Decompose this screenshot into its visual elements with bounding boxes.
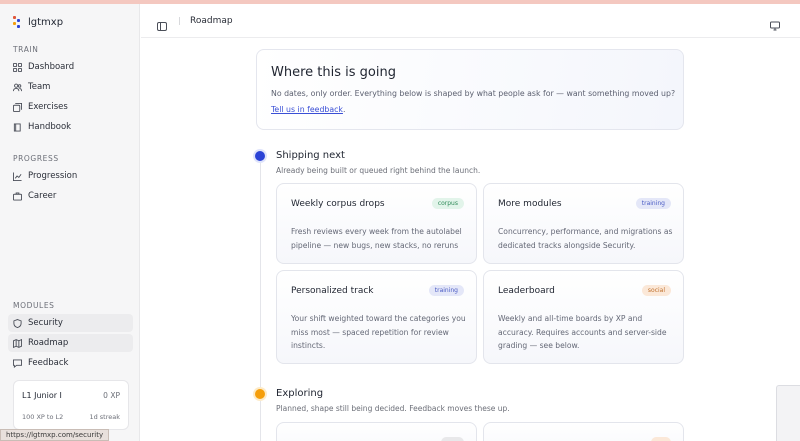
sidebar-item-dashboard[interactable]: Dashboard: [8, 58, 133, 76]
breadcrumb-separator: |: [178, 16, 181, 25]
sidebar-item-label: Feedback: [28, 358, 69, 368]
brand-logo-icon: [13, 16, 21, 28]
chart-icon: [13, 171, 22, 181]
roadmap-card[interactable]: Weekly corpus drops corpus Fresh reviews…: [276, 183, 477, 264]
phase-title: Shipping next: [276, 150, 345, 161]
sidebar-item-career[interactable]: Career: [8, 187, 133, 205]
phase-subtitle: Planned, shape still being decided. Feed…: [276, 404, 510, 413]
shield-icon: [13, 318, 22, 328]
hero-title: Where this is going: [271, 65, 396, 80]
layers-icon: [13, 102, 22, 112]
sidebar-item-security[interactable]: Security: [8, 314, 133, 332]
sidebar-item-label: Dashboard: [28, 62, 75, 72]
sidebar-item-exercises[interactable]: Exercises: [8, 98, 133, 116]
sidebar-item-label: Exercises: [28, 102, 68, 112]
level-title: L1 Junior I: [22, 391, 62, 400]
card-title: Personalized track: [291, 286, 374, 296]
brand[interactable]: lgtmxp: [13, 16, 63, 28]
phase-subtitle: Already being built or queued right behi…: [276, 166, 481, 175]
sidebar-item-team[interactable]: Team: [8, 78, 133, 96]
card-badge: social: [641, 285, 671, 296]
sidebar-item-feedback[interactable]: Feedback: [8, 354, 133, 372]
sidebar-item-progression[interactable]: Progression: [8, 167, 133, 185]
hero-link-suffix: .: [342, 105, 346, 114]
card-description: Your shift weighted toward the categorie…: [291, 314, 466, 350]
feedback-link[interactable]: Tell us in feedback: [271, 105, 343, 114]
status-url-tooltip: https://lgtmxp.com/security: [0, 429, 110, 441]
section-label-modules: MODULES: [13, 301, 55, 310]
card-description: Concurrency, performance, and migrations…: [498, 227, 673, 250]
map-icon: [13, 338, 22, 348]
roadmap-intro-card: Where this is going No dates, only order…: [256, 49, 684, 130]
sidebar-item-label: Handbook: [28, 122, 72, 132]
section-label-progress: PROGRESS: [13, 154, 59, 163]
card-badge: training: [635, 198, 671, 209]
roadmap-card-partial[interactable]: [483, 422, 684, 441]
briefcase-icon: [13, 191, 22, 201]
card-title: Weekly corpus drops: [291, 199, 385, 209]
card-title: More modules: [498, 199, 562, 209]
card-description: Weekly and all-time boards by XP and acc…: [498, 314, 667, 350]
section-label-train: TRAIN: [13, 45, 39, 54]
sidebar-item-roadmap[interactable]: Roadmap: [8, 334, 133, 352]
users-icon: [13, 83, 22, 92]
phase-marker-exploring: [255, 389, 265, 399]
card-title: Leaderboard: [498, 286, 555, 296]
sidebar-item-label: Team: [28, 82, 51, 92]
level-streak: 1d streak: [89, 413, 120, 421]
card-badge: training: [428, 285, 464, 296]
monitor-icon[interactable]: [770, 16, 780, 31]
card-description: Fresh reviews every week from the autola…: [291, 227, 462, 250]
sidebar-item-label: Security: [28, 318, 63, 328]
sidebar-item-label: Progression: [28, 171, 78, 181]
level-next: 100 XP to L2: [22, 413, 64, 421]
sidebar-toggle-icon[interactable]: [157, 16, 167, 31]
grid-icon: [13, 62, 22, 72]
book-icon: [13, 122, 22, 132]
roadmap-card[interactable]: Leaderboard social Weekly and all-time b…: [483, 270, 684, 364]
hero-description: No dates, only order. Everything below i…: [271, 89, 676, 98]
level-xp: 0 XP: [103, 391, 120, 400]
roadmap-card[interactable]: More modules training Concurrency, perfo…: [483, 183, 684, 264]
phase-title: Exploring: [276, 388, 324, 399]
hero-link-line: Tell us in feedback.: [271, 105, 345, 114]
sidebar-item-label: Roadmap: [28, 338, 69, 348]
sidebar: lgtmxp TRAIN Dashboard Team Exercises Ha…: [0, 4, 140, 441]
message-icon: [13, 358, 22, 368]
brand-name: lgtmxp: [28, 16, 64, 28]
card-badge: corpus: [431, 198, 464, 209]
roadmap-card[interactable]: Personalized track training Your shift w…: [276, 270, 477, 364]
card-badge: [651, 437, 671, 441]
sidebar-item-handbook[interactable]: Handbook: [8, 118, 133, 136]
phase-marker-shipping: [255, 151, 265, 161]
card-badge: [440, 437, 464, 441]
sidebar-item-label: Career: [28, 191, 57, 201]
page-title: Roadmap: [190, 16, 233, 26]
floating-panel-handle[interactable]: [776, 385, 800, 441]
header: | Roadmap: [141, 4, 800, 38]
level-card[interactable]: L1 Junior I 0 XP 100 XP to L2 1d streak: [13, 380, 129, 430]
roadmap-card-partial[interactable]: [276, 422, 477, 441]
